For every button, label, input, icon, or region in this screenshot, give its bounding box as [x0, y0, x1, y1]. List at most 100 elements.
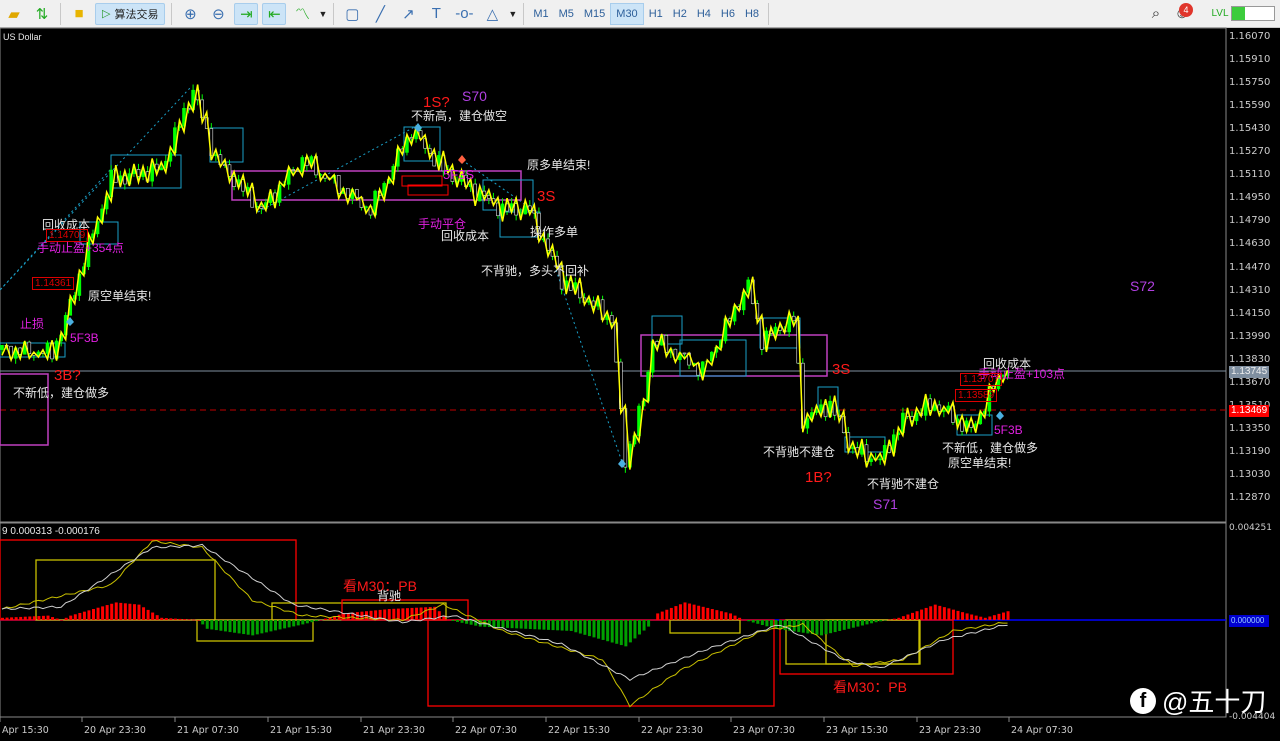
macd-histogram-bar: [961, 612, 965, 620]
time-axis-label: 21 Apr 23:30: [363, 725, 425, 736]
macd-histogram-bar: [283, 620, 287, 629]
macd-histogram-bar: [192, 619, 196, 621]
candle-body: [0, 344, 4, 350]
macd-histogram-bar: [533, 620, 537, 630]
zone-box: [209, 127, 244, 163]
macd-histogram-bar: [983, 617, 987, 620]
price-axis-label: 1.13670: [1229, 376, 1271, 388]
macd-histogram-bar: [547, 620, 550, 630]
annotation-text: 5F3B: [994, 423, 1023, 437]
macd-histogram-bar: [201, 620, 205, 625]
indicator-annotation: 背驰: [377, 589, 402, 603]
price-axis-label: 1.13990: [1229, 330, 1271, 342]
macd-histogram-bar: [551, 620, 555, 631]
price-tag: 1.13589: [955, 389, 998, 402]
annotation-text: S70: [462, 88, 487, 104]
macd-histogram-bar: [314, 620, 318, 622]
time-axis-label: 22 Apr 15:30: [548, 725, 610, 736]
macd-histogram-bar: [888, 619, 892, 621]
macd-histogram-bar: [665, 609, 669, 620]
price-axis-label: 1.14470: [1229, 261, 1271, 273]
macd-histogram-bar: [747, 620, 751, 622]
macd-histogram-bar: [223, 620, 227, 632]
price-axis-label: 1.15750: [1229, 77, 1271, 89]
bid-price-tag: 1.13745: [1229, 366, 1269, 378]
trend-line: [0, 87, 191, 291]
macd-histogram-bar: [806, 620, 810, 634]
macd-histogram-bar: [906, 614, 910, 620]
macd-histogram-bar: [929, 606, 933, 620]
macd-histogram-bar: [610, 620, 614, 643]
annotation-text: 原空单结束!: [88, 289, 152, 303]
macd-histogram-bar: [301, 620, 305, 625]
macd-histogram-bar: [574, 620, 578, 633]
time-axis-label: 24 Apr 07:30: [1011, 725, 1073, 736]
macd-histogram-bar: [492, 620, 496, 628]
time-axis-label: 22 Apr 07:30: [455, 725, 517, 736]
macd-histogram-bar: [260, 620, 264, 634]
macd-histogram-bar: [624, 620, 628, 647]
macd-histogram-bar: [123, 603, 127, 620]
macd-histogram-bar: [451, 620, 455, 621]
macd-histogram-bar: [792, 620, 796, 632]
indicator-box: [196, 619, 314, 642]
macd-histogram-bar: [615, 620, 619, 644]
macd-histogram-bar: [719, 611, 723, 620]
macd-histogram-bar: [683, 602, 687, 620]
macd-histogram-bar: [55, 618, 59, 620]
macd-histogram-bar: [556, 620, 560, 631]
macd-histogram-bar: [528, 620, 532, 629]
macd-histogram-bar: [292, 620, 296, 627]
annotation-text: 1B?: [805, 469, 832, 486]
macd-histogram-bar: [783, 620, 787, 631]
macd-histogram-bar: [697, 605, 701, 620]
macd-histogram-bar: [119, 602, 123, 620]
annotation-text: 回收成本: [441, 229, 490, 243]
macd-histogram-bar: [883, 620, 887, 621]
macd-histogram-bar: [642, 620, 646, 631]
macd-histogram-bar: [865, 620, 869, 625]
macd-histogram-bar: [92, 609, 95, 620]
macd-histogram-bar: [851, 620, 855, 628]
macd-histogram-bar: [305, 620, 309, 624]
macd-histogram-bar: [724, 612, 728, 620]
macd-histogram-bar: [278, 620, 282, 630]
macd-histogram-bar: [28, 616, 32, 620]
annotation-text: 3S: [537, 188, 556, 205]
macd-histogram-bar: [51, 617, 55, 620]
macd-histogram-bar: [178, 618, 182, 620]
macd-histogram-bar: [838, 620, 842, 631]
macd-histogram-bar: [924, 607, 928, 620]
annotation-text: 不背驰不建仓: [763, 445, 836, 459]
macd-histogram-bar: [942, 607, 946, 620]
price-axis-label: 1.13190: [1229, 445, 1271, 457]
macd-histogram-bar: [78, 612, 82, 620]
macd-histogram-bar: [915, 611, 919, 620]
macd-histogram-bar: [32, 616, 36, 620]
macd-histogram-bar: [874, 620, 878, 623]
annotation-text: 止损: [20, 317, 45, 331]
signal-arrow-icon: [458, 155, 466, 164]
macd-histogram-bar: [410, 607, 414, 620]
macd-histogram-bar: [10, 617, 14, 620]
macd-histogram-bar: [73, 614, 77, 620]
macd-histogram-bar: [542, 620, 546, 630]
price-axis-label: 1.14150: [1229, 307, 1271, 319]
candle-body: [791, 315, 796, 322]
macd-histogram-bar: [911, 612, 914, 620]
annotation-text: 1S?: [423, 94, 450, 111]
price-chart[interactable]: [0, 0, 1280, 741]
annotation-text: 3S: [832, 361, 851, 378]
macd-histogram-bar: [1002, 612, 1005, 620]
candle-body: [259, 205, 264, 209]
macd-histogram-bar: [242, 620, 246, 635]
macd-histogram-bar: [988, 616, 992, 620]
macd-histogram-bar: [756, 620, 760, 624]
time-axis-label: 23 Apr 07:30: [733, 725, 795, 736]
macd-histogram-bar: [678, 604, 682, 620]
macd-histogram-bar: [255, 620, 259, 635]
macd-histogram-bar: [164, 618, 168, 620]
macd-histogram-bar: [269, 620, 273, 632]
macd-histogram-bar: [237, 620, 241, 634]
macd-histogram-bar: [183, 619, 186, 620]
